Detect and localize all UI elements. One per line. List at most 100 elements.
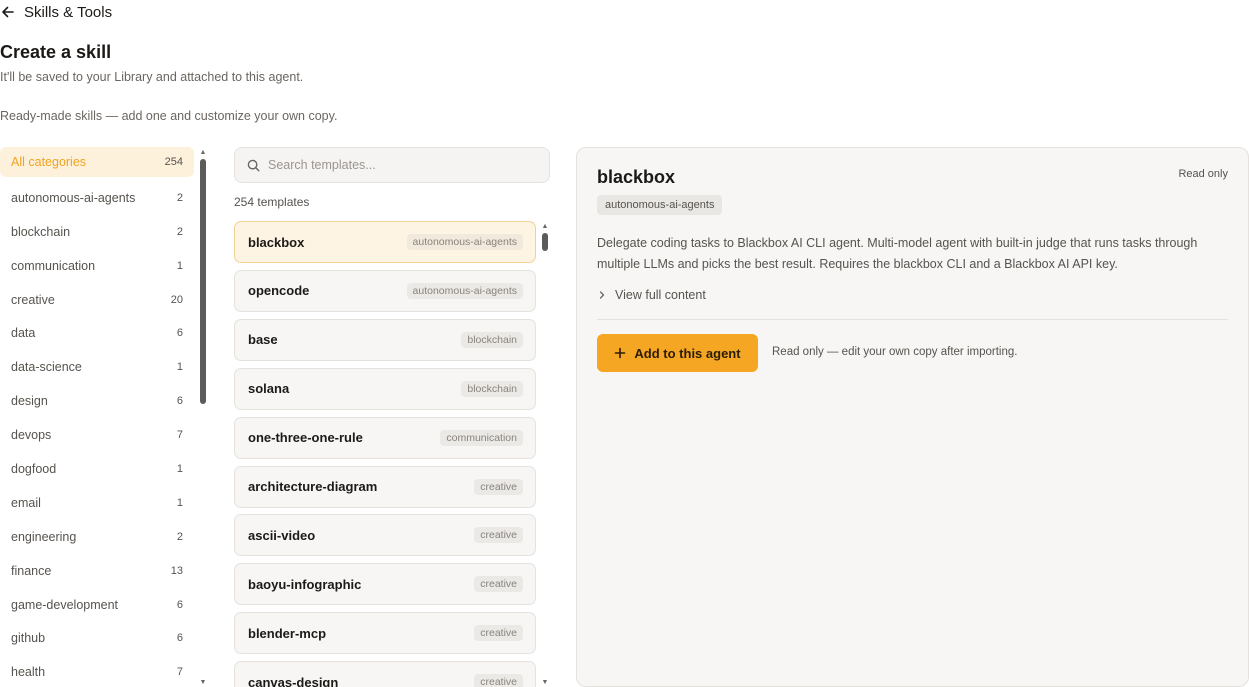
scroll-down-icon[interactable]: ▼ xyxy=(199,679,207,687)
template-category-tag: creative xyxy=(474,674,523,687)
template-category-tag: creative xyxy=(474,625,523,642)
scroll-down-icon[interactable]: ▼ xyxy=(541,679,549,687)
template-card[interactable]: baoyu-infographic creative xyxy=(234,563,536,606)
category-list: All categories 254 autonomous-ai-agents 2 bl… xyxy=(0,147,194,687)
template-category-tag: blockchain xyxy=(461,380,523,397)
search-box[interactable] xyxy=(234,147,550,183)
templates-count: 254 templates xyxy=(234,195,310,209)
scroll-thumb[interactable] xyxy=(542,233,548,251)
back-arrow-icon[interactable] xyxy=(0,4,16,20)
template-card[interactable]: architecture-diagram creative xyxy=(234,465,536,508)
detail-description: Delegate coding tasks to Blackbox AI CLI… xyxy=(597,236,1198,271)
template-scrollbar[interactable]: ▲ ▼ xyxy=(541,223,549,687)
detail-title: blackbox xyxy=(597,167,676,187)
category-label: data-science xyxy=(11,360,82,375)
template-name: base xyxy=(248,332,278,348)
category-count: 1 xyxy=(176,496,183,509)
category-label: github xyxy=(11,631,46,646)
template-category-tag: creative xyxy=(474,527,523,544)
category-label: engineering xyxy=(11,529,77,544)
category-item[interactable]: finance 13 xyxy=(0,554,194,588)
category-item[interactable]: github 6 xyxy=(0,621,194,655)
category-scrollbar[interactable]: ▲ ▼ xyxy=(199,149,207,687)
template-name: one-three-one-rule xyxy=(248,430,363,446)
category-count: 2 xyxy=(176,530,183,543)
category-label: finance xyxy=(11,563,52,578)
template-category-tag: autonomous-ai-agents xyxy=(406,282,523,299)
add-to-agent-button[interactable]: Add to this agent xyxy=(597,334,758,372)
category-label: email xyxy=(11,495,41,510)
category-list-panel: All categories 254 autonomous-ai-agents 2 bl… xyxy=(0,145,210,687)
scroll-up-icon[interactable]: ▲ xyxy=(541,223,549,231)
category-label: game-development xyxy=(11,597,119,612)
category-label: autonomous-ai-agents xyxy=(11,190,136,205)
template-name: solana xyxy=(248,381,290,397)
search-input[interactable] xyxy=(268,158,538,172)
category-count: 20 xyxy=(170,293,183,306)
template-card[interactable]: blender-mcp creative xyxy=(234,612,536,655)
category-item[interactable]: autonomous-ai-agents 2 xyxy=(0,181,194,215)
template-list-panel: blackbox autonomous-ai-agents opencode auto… xyxy=(234,221,554,687)
category-label: dogfood xyxy=(11,461,57,476)
category-label: design xyxy=(11,394,48,409)
category-label: blockchain xyxy=(11,224,71,239)
template-category-tag: blockchain xyxy=(461,331,523,348)
category-item[interactable]: blockchain 2 xyxy=(0,215,194,249)
search-icon xyxy=(247,159,260,172)
template-category-tag: creative xyxy=(474,576,523,593)
category-label: creative xyxy=(11,292,55,307)
category-item[interactable]: data 6 xyxy=(0,316,194,350)
template-name: ascii-video xyxy=(248,527,316,543)
template-card[interactable]: opencode autonomous-ai-agents xyxy=(234,269,536,312)
divider xyxy=(597,319,1228,320)
scroll-up-icon[interactable]: ▲ xyxy=(199,149,207,157)
category-item[interactable]: engineering 2 xyxy=(0,520,194,554)
category-item[interactable]: All categories 254 xyxy=(0,147,194,177)
template-name: blackbox xyxy=(248,234,305,250)
category-item[interactable]: dogfood 1 xyxy=(0,452,194,486)
category-item[interactable]: health 7 xyxy=(0,655,194,687)
template-name: architecture-diagram xyxy=(248,479,378,494)
template-name: opencode xyxy=(248,283,310,299)
scroll-thumb[interactable] xyxy=(200,159,206,404)
category-count: 1 xyxy=(176,361,183,374)
template-card[interactable]: canvas-design creative xyxy=(234,661,536,687)
plus-icon xyxy=(614,347,626,359)
category-item[interactable]: game-development 6 xyxy=(0,588,194,622)
category-item[interactable]: data-science 1 xyxy=(0,350,194,384)
category-count: 1 xyxy=(176,259,183,272)
read-only-label: Read only xyxy=(1178,168,1228,180)
template-card[interactable]: one-three-one-rule communication xyxy=(234,416,536,459)
category-item[interactable]: creative 20 xyxy=(0,283,194,317)
category-label: communication xyxy=(11,258,96,273)
category-count: 7 xyxy=(176,429,183,442)
category-count: 6 xyxy=(176,598,183,611)
template-card[interactable]: base blockchain xyxy=(234,318,536,361)
template-detail-panel: blackbox Read only autonomous-ai-agents … xyxy=(576,147,1249,687)
category-item[interactable]: email 1 xyxy=(0,486,194,520)
category-badge: autonomous-ai-agents xyxy=(597,195,723,215)
add-button-label: Add to this agent xyxy=(634,345,741,361)
view-full-content-toggle[interactable]: View full content xyxy=(597,288,706,302)
template-category-tag: autonomous-ai-agents xyxy=(406,234,523,250)
category-item[interactable]: design 6 xyxy=(0,384,194,418)
category-count: 2 xyxy=(176,191,183,204)
category-count: 13 xyxy=(170,564,183,577)
chevron-right-icon xyxy=(597,290,607,300)
template-card[interactable]: blackbox autonomous-ai-agents xyxy=(234,221,536,263)
template-name: canvas-design xyxy=(248,674,339,687)
category-count: 6 xyxy=(176,395,183,408)
category-count: 1 xyxy=(176,462,183,475)
template-card[interactable]: ascii-video creative xyxy=(234,514,536,557)
category-count: 2 xyxy=(176,225,183,238)
template-category-tag: creative xyxy=(474,478,523,495)
category-count: 6 xyxy=(176,632,183,645)
page-subtitle: It'll be saved to your Library and attac… xyxy=(0,70,304,84)
category-item[interactable]: devops 7 xyxy=(0,418,194,452)
template-name: blender-mcp xyxy=(248,625,327,641)
category-count: 7 xyxy=(176,666,183,679)
category-item[interactable]: communication 1 xyxy=(0,249,194,283)
category-label: All categories xyxy=(11,155,87,169)
page-title: Create a skill xyxy=(0,42,112,62)
template-card[interactable]: solana blockchain xyxy=(234,367,536,410)
